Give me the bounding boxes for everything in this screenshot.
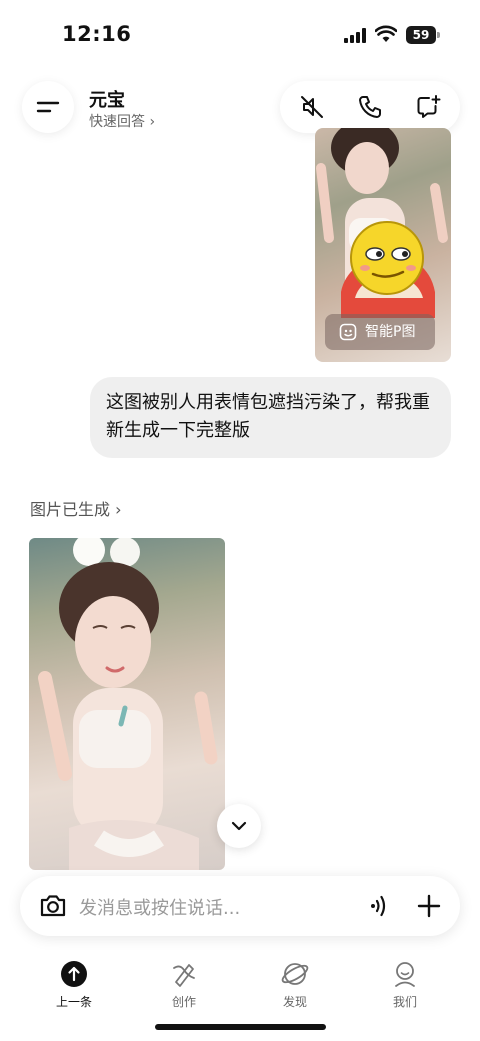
message-composer[interactable]: 发消息或按住说话... bbox=[20, 876, 460, 936]
smart-edit-button[interactable]: 智能P图 bbox=[325, 314, 435, 350]
generated-image[interactable] bbox=[29, 538, 225, 870]
profile-icon bbox=[395, 962, 415, 987]
tab-previous[interactable]: 上一条 bbox=[29, 958, 119, 1014]
smart-edit-icon bbox=[339, 323, 357, 341]
tab-create[interactable]: 创作 bbox=[139, 958, 229, 1014]
phone-icon[interactable] bbox=[357, 94, 383, 120]
user-message-bubble[interactable]: 这图被别人用表情包遮挡污染了，帮我重新生成一下完整版 bbox=[90, 377, 451, 458]
tab-us[interactable]: 我们 bbox=[360, 958, 450, 1014]
wifi-icon bbox=[375, 25, 397, 42]
chevron-down-icon bbox=[231, 821, 247, 831]
message-input[interactable]: 发消息或按住说话... bbox=[79, 894, 240, 920]
mode-selector[interactable]: 快速回答 › bbox=[89, 111, 155, 131]
new-chat-icon[interactable] bbox=[415, 94, 441, 120]
sent-image[interactable]: 智能P图 bbox=[315, 128, 451, 362]
create-icon bbox=[173, 964, 195, 987]
battery-level: 59 bbox=[412, 28, 430, 42]
tab-label: 我们 bbox=[392, 995, 417, 1009]
menu-button[interactable] bbox=[22, 81, 74, 133]
mute-icon[interactable] bbox=[299, 94, 325, 120]
up-arrow-icon bbox=[61, 961, 87, 987]
generated-label[interactable]: 图片已生成 › bbox=[30, 496, 122, 520]
camera-icon[interactable] bbox=[39, 893, 67, 919]
menu-icon bbox=[36, 101, 60, 113]
tab-label: 上一条 bbox=[55, 995, 92, 1009]
tab-label: 创作 bbox=[171, 995, 196, 1009]
signal-icon bbox=[344, 28, 366, 43]
tab-discover[interactable]: 发现 bbox=[250, 958, 340, 1014]
home-indicator[interactable] bbox=[155, 1024, 326, 1030]
voice-icon[interactable] bbox=[366, 893, 392, 919]
scroll-to-bottom-button[interactable] bbox=[217, 804, 261, 848]
status-time: 12:16 bbox=[62, 22, 132, 46]
chat-title: 元宝 bbox=[89, 90, 125, 111]
smart-edit-label: 智能P图 bbox=[365, 324, 416, 340]
battery-icon: 59 bbox=[406, 26, 440, 44]
status-bar: 12:16 59 bbox=[0, 0, 480, 70]
tab-label: 发现 bbox=[282, 995, 307, 1009]
photo-illustration bbox=[38, 538, 218, 870]
planet-icon bbox=[281, 963, 309, 985]
header-actions bbox=[280, 81, 460, 133]
plus-icon[interactable] bbox=[416, 893, 442, 919]
